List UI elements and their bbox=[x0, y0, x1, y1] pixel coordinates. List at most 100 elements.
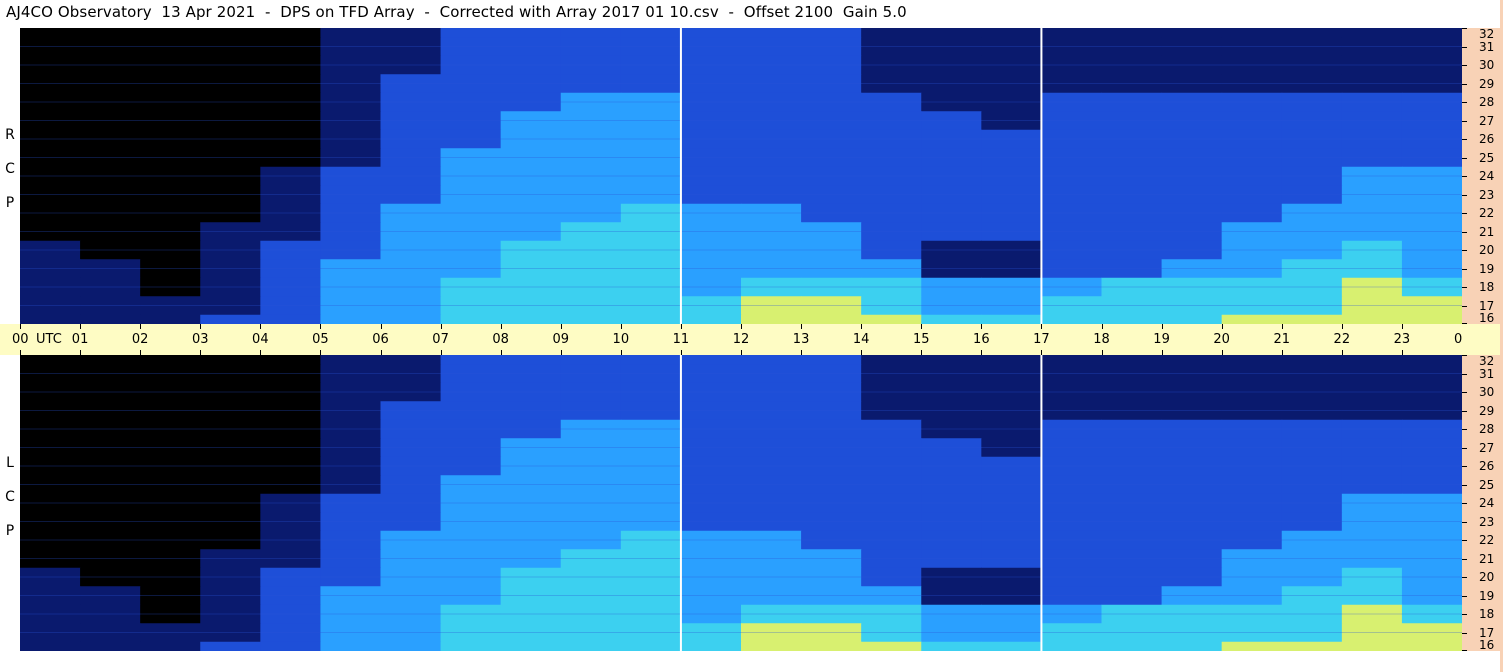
time-tick-label: 09 bbox=[552, 332, 570, 347]
time-tick bbox=[921, 324, 923, 329]
lcp-intensity-cell bbox=[260, 355, 321, 365]
frequency-tick-label: 31 bbox=[1479, 39, 1495, 54]
rcp-intensity-cell bbox=[1221, 28, 1283, 38]
frequency-tick-label: 31 bbox=[1479, 366, 1495, 381]
rcp-intensity-cell bbox=[320, 314, 381, 324]
time-tick-label: 08 bbox=[492, 332, 509, 347]
frequency-tick bbox=[1462, 521, 1467, 523]
frequency-tick-label: 23 bbox=[1479, 187, 1495, 202]
frequency-tick bbox=[1462, 650, 1467, 651]
frequency-tick bbox=[1462, 577, 1467, 578]
frequency-tick bbox=[1462, 194, 1467, 196]
frequency-tick bbox=[1462, 429, 1467, 430]
rcp-intensity-cell bbox=[1101, 314, 1163, 324]
time-tick-label: 18 bbox=[1093, 332, 1110, 347]
time-tick-label: 21 bbox=[1273, 332, 1291, 347]
time-tick bbox=[380, 324, 382, 329]
lcp-intensity-cell bbox=[80, 355, 141, 365]
lcp-intensity-cell bbox=[1161, 355, 1223, 365]
time-tick bbox=[741, 324, 742, 329]
lcp-intensity-cell bbox=[260, 641, 321, 651]
lcp-intensity-cell bbox=[981, 641, 1042, 651]
time-tick bbox=[1341, 324, 1343, 329]
frequency-tick bbox=[1462, 120, 1467, 122]
frequency-tick-label: 16 bbox=[1479, 638, 1495, 652]
lcp-intensity-cell bbox=[500, 641, 562, 651]
lcp-intensity-cell bbox=[921, 355, 982, 365]
utc-time-axis: 00 01 02 03 04 05 06 07 08 09 10 11 12 13 14 15 16 17 18 19… bbox=[0, 324, 1498, 355]
frequency-tick-label: 18 bbox=[1479, 607, 1495, 621]
rcp-intensity-cell bbox=[921, 28, 982, 38]
rcp-intensity-cell bbox=[1041, 314, 1102, 324]
time-tick bbox=[1221, 324, 1223, 329]
time-tick bbox=[620, 324, 622, 329]
rcp-heatmap bbox=[20, 28, 1462, 324]
frequency-tick-label: 26 bbox=[1479, 459, 1495, 473]
lcp-intensity-cell bbox=[921, 641, 982, 651]
frequency-tick-label: 29 bbox=[1479, 76, 1495, 91]
time-tick-label: 05 bbox=[312, 332, 329, 347]
time-tick-label: 23 bbox=[1393, 332, 1411, 347]
time-tick-label: 14 bbox=[852, 332, 870, 347]
rcp-intensity-cell bbox=[500, 314, 562, 324]
time-tick bbox=[1101, 324, 1103, 329]
frequency-tick-label: 21 bbox=[1479, 551, 1495, 566]
frequency-tick-label: 24 bbox=[1479, 169, 1495, 183]
frequency-tick bbox=[1462, 410, 1467, 412]
time-tick-label: 13 bbox=[792, 332, 810, 347]
frequency-tick bbox=[1462, 213, 1467, 214]
rcp-intensity-cell bbox=[680, 314, 742, 324]
rcp-intensity-cell bbox=[140, 314, 201, 324]
lcp-intensity-cell bbox=[1041, 641, 1102, 651]
time-tick-label: 17 bbox=[1033, 332, 1050, 347]
rcp-intensity-cell bbox=[380, 28, 442, 38]
frequency-tick-label: 17 bbox=[1479, 298, 1495, 313]
rcp-intensity-cell bbox=[260, 28, 321, 38]
frequency-tick-label: 29 bbox=[1479, 403, 1495, 418]
frequency-tick-label: 21 bbox=[1479, 224, 1495, 239]
time-tick bbox=[20, 324, 21, 329]
rcp-intensity-cell bbox=[1281, 314, 1343, 324]
lcp-intensity-cell bbox=[620, 355, 682, 365]
lcp-polarization-label: L C P bbox=[2, 446, 18, 548]
lcp-intensity-cell bbox=[1281, 355, 1343, 365]
time-tick bbox=[861, 324, 863, 329]
rcp-intensity-cell bbox=[861, 314, 922, 324]
frequency-tick-label: 22 bbox=[1479, 206, 1495, 220]
time-tick-label: 01 bbox=[71, 332, 89, 347]
rcp-frequency-axis: 32 31 30 29 28 27 26 25 24 23 22 21 20 19 18 17 16 bbox=[1462, 28, 1503, 324]
rcp-intensity-cell bbox=[1401, 28, 1462, 38]
time-tick bbox=[80, 324, 82, 329]
lcp-intensity-cell bbox=[801, 641, 862, 651]
frequency-tick-label: 23 bbox=[1479, 514, 1495, 529]
time-tick bbox=[1281, 324, 1283, 329]
frequency-tick bbox=[1462, 157, 1467, 159]
rcp-intensity-cell bbox=[741, 28, 802, 38]
time-tick bbox=[1041, 324, 1043, 329]
lcp-intensity-cell bbox=[440, 355, 502, 365]
lcp-intensity-cell bbox=[500, 355, 562, 365]
frequency-tick-label: 30 bbox=[1479, 58, 1495, 72]
lcp-intensity-cell bbox=[200, 355, 261, 365]
lcp-intensity-cell bbox=[1101, 355, 1163, 365]
polarization-letter: C bbox=[5, 161, 15, 177]
rcp-intensity-cell bbox=[320, 28, 381, 38]
frequency-tick bbox=[1462, 102, 1467, 103]
time-tick bbox=[260, 324, 262, 329]
time-tick-label: 22 bbox=[1333, 332, 1351, 347]
axis-corner bbox=[1462, 324, 1503, 355]
frequency-tick-label: 20 bbox=[1479, 570, 1495, 584]
rcp-intensity-cell bbox=[1041, 28, 1102, 38]
rcp-intensity-cell bbox=[921, 314, 982, 324]
frequency-tick-label: 25 bbox=[1479, 477, 1495, 492]
lcp-intensity-cell bbox=[380, 355, 442, 365]
rcp-intensity-cell bbox=[440, 28, 502, 38]
time-tick-label: 15 bbox=[912, 332, 930, 347]
frequency-tick bbox=[1462, 447, 1467, 449]
lcp-intensity-cell bbox=[1221, 355, 1283, 365]
rcp-intensity-cell bbox=[80, 314, 141, 324]
lcp-intensity-cell bbox=[741, 641, 802, 651]
rcp-intensity-cell bbox=[380, 314, 442, 324]
lcp-intensity-cell bbox=[1401, 355, 1462, 365]
rcp-intensity-cell bbox=[680, 28, 742, 38]
